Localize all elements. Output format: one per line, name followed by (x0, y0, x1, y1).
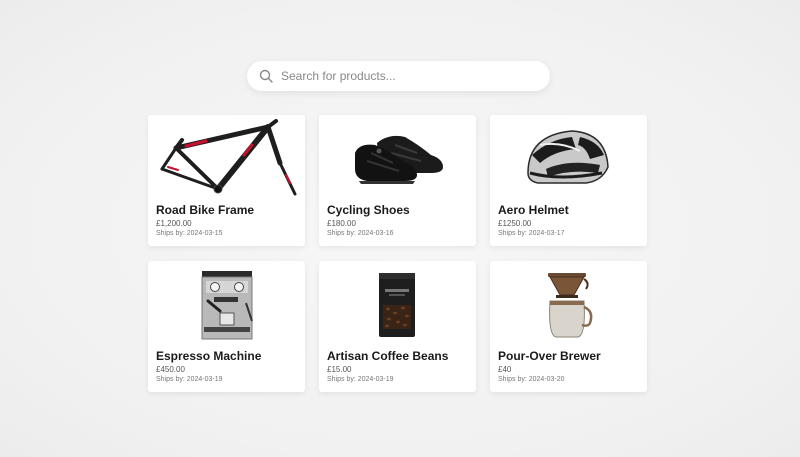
product-page: Road Bike Frame £1,200.00 Ships by: 2024… (0, 0, 800, 457)
product-card[interactable]: Cycling Shoes £180.00 Ships by: 2024-03-… (319, 115, 476, 246)
product-card[interactable]: Aero Helmet £1250.00 Ships by: 2024-03-1… (490, 115, 647, 246)
product-price: £1,200.00 (156, 219, 192, 228)
espresso-machine-icon (201, 271, 253, 340)
product-price: £450.00 (156, 365, 185, 374)
ship-date: Ships by: 2024-03-16 (327, 230, 394, 237)
ship-date: Ships by: 2024-03-19 (156, 376, 223, 383)
helmet-icon (527, 130, 609, 184)
product-card[interactable]: Espresso Machine £450.00 Ships by: 2024-… (148, 261, 305, 392)
ship-date: Ships by: 2024-03-17 (498, 230, 565, 237)
ship-date: Ships by: 2024-03-20 (498, 376, 565, 383)
product-card[interactable]: Road Bike Frame £1,200.00 Ships by: 2024… (148, 115, 305, 246)
product-card[interactable]: Pour-Over Brewer £40 Ships by: 2024-03-2… (490, 261, 647, 392)
ship-date: Ships by: 2024-03-19 (327, 376, 394, 383)
product-name: Aero Helmet (498, 203, 569, 217)
product-price: £1250.00 (498, 219, 532, 228)
search-input[interactable] (281, 69, 521, 83)
pour-over-icon (548, 273, 593, 338)
cycling-shoes-icon (355, 135, 443, 184)
coffee-bag-icon (379, 273, 415, 337)
product-name: Artisan Coffee Beans (327, 349, 449, 363)
product-name: Cycling Shoes (327, 203, 410, 217)
product-name: Road Bike Frame (156, 203, 255, 217)
product-price: £40 (498, 365, 512, 374)
search-icon (259, 69, 273, 83)
product-name: Pour-Over Brewer (498, 349, 601, 363)
product-card[interactable]: Artisan Coffee Beans £15.00 Ships by: 20… (319, 261, 476, 392)
ship-date: Ships by: 2024-03-15 (156, 230, 223, 237)
product-name: Espresso Machine (156, 349, 262, 363)
search-bar[interactable] (247, 61, 550, 91)
bike-frame-icon (160, 119, 297, 196)
product-price: £15.00 (327, 365, 352, 374)
product-grid: Road Bike Frame £1,200.00 Ships by: 2024… (148, 115, 648, 392)
product-price: £180.00 (327, 219, 356, 228)
